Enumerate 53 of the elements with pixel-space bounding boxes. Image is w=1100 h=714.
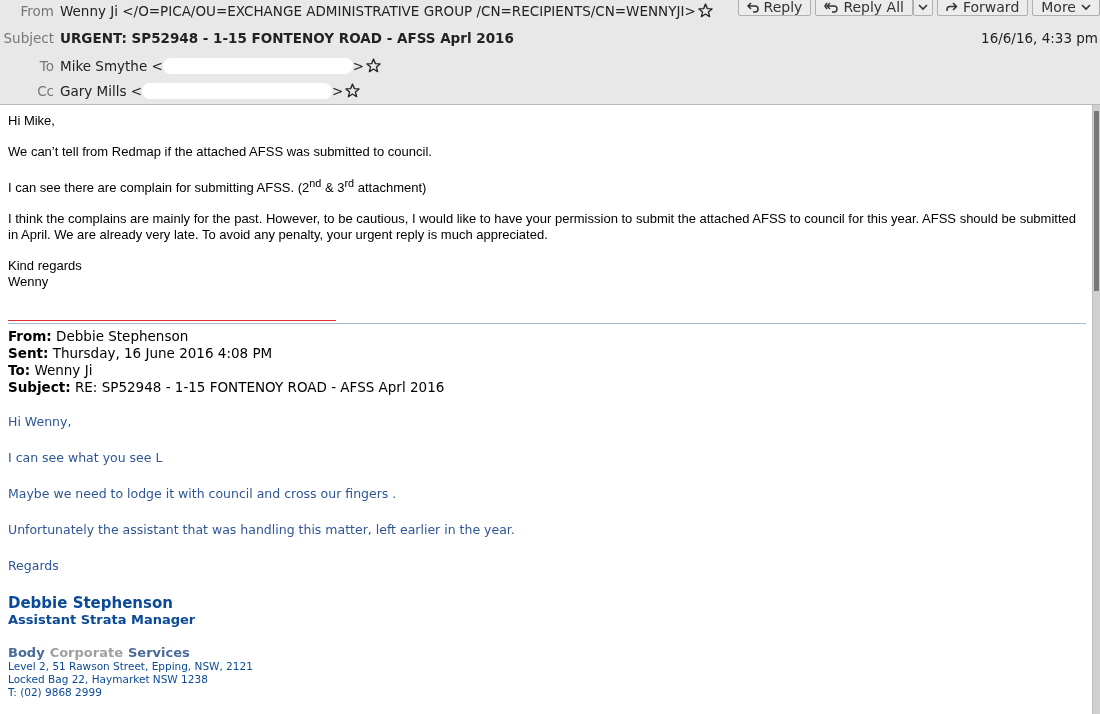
reply-all-icon	[824, 1, 839, 13]
header-label: From:	[8, 328, 52, 345]
message-text: Unfortunately the assistant that was handling this matter, left earlier in the year.	[8, 522, 516, 539]
message-text: Maybe we need to lodge it with council and cross our fingers .	[8, 486, 398, 503]
caret-icon	[1081, 3, 1091, 11]
message-text: I think the complains are mainly for the past. However, to be cautious, I would like to have your permission to submit the attached AFSS to council for this year. AFSS should be submitted in April. We are already very late. To avoid any penalty, your urgent reply is much appreciated.	[8, 211, 1077, 244]
header-value: Debbie Stephenson	[56, 328, 189, 345]
scrollbar[interactable]	[1092, 105, 1100, 714]
reply-arrow-icon	[746, 1, 759, 13]
star-icon[interactable]	[366, 58, 382, 73]
signature-title: Assistant Strata Manager	[8, 612, 197, 628]
header-label: To:	[8, 362, 31, 379]
message-text: I can see there are complain for submitting AFSS. (2$^{nd}$ & 3$^{rd}$ attachment)	[8, 176, 428, 197]
toolbar-button[interactable]: Reply All	[815, 0, 913, 16]
message-text: Regards	[8, 558, 60, 575]
signature-line: T: (02) 9868 2999	[8, 686, 103, 700]
header-label: Sent:	[8, 345, 49, 362]
field-label: Subject	[2, 30, 55, 46]
star-icon[interactable]	[345, 83, 361, 98]
forward-arrow-icon	[945, 1, 958, 13]
toolbar-button[interactable]: More	[1032, 0, 1100, 16]
star-icon[interactable]	[697, 3, 713, 18]
caret-icon	[917, 3, 928, 11]
header-label: Subject:	[8, 379, 71, 396]
company-name-word: Corporate	[49, 645, 123, 661]
message-text: Wenny	[8, 274, 50, 291]
dropdown-button[interactable]	[912, 0, 933, 16]
date-text: 16/6/16, 4:33 pm	[981, 30, 1099, 46]
signature-line: Locked Bag 22, Haymarket NSW 1238	[8, 673, 209, 687]
subject-text: URGENT: SP52948 - 1-15 FONTENOY ROAD - AFSS Aprl 2016	[60, 30, 514, 46]
field-label: To	[38, 57, 55, 74]
field-label: Cc	[36, 82, 55, 99]
message-text: Hi Mike,	[8, 113, 56, 129]
address-text: Gary Mills <	[60, 82, 143, 99]
address-text: >	[332, 82, 344, 99]
signature-line: Level 2, 51 Rawson Street, Epping, NSW, 2121	[8, 660, 254, 674]
header-value: RE: SP52948 - 1-15 FONTENOY ROAD - AFSS Aprl 2016	[74, 379, 445, 396]
signature-name: Debbie Stephenson	[8, 594, 174, 613]
message-text: We can’t tell from Redmap if the attached AFSS was submitted to council.	[8, 144, 433, 160]
message-text: Hi Wenny,	[8, 414, 73, 431]
address-text: Wenny Ji </O=PICA/OU=EXCHANGE ADMINISTRATIVE GROUP /CN=RECIPIENTS/CN=WENNYJI>	[60, 2, 696, 19]
company-name-word: Body	[8, 645, 45, 661]
address-text: >	[352, 57, 365, 74]
address-text: Mike Smythe <	[60, 57, 163, 74]
message-text: I can see what you see L	[8, 450, 164, 467]
toolbar-button[interactable]: Reply	[737, 0, 812, 16]
header-value: Wenny Ji	[34, 362, 93, 379]
header-value: Thursday, 16 June 2016 4:08 PM	[52, 345, 273, 362]
scrollbar-thumb[interactable]	[1094, 111, 1099, 291]
message-text: Kind regards	[8, 258, 83, 275]
company-name-word: Services	[127, 645, 190, 661]
field-label: From	[19, 2, 55, 19]
toolbar-button[interactable]: Forward	[936, 0, 1029, 16]
